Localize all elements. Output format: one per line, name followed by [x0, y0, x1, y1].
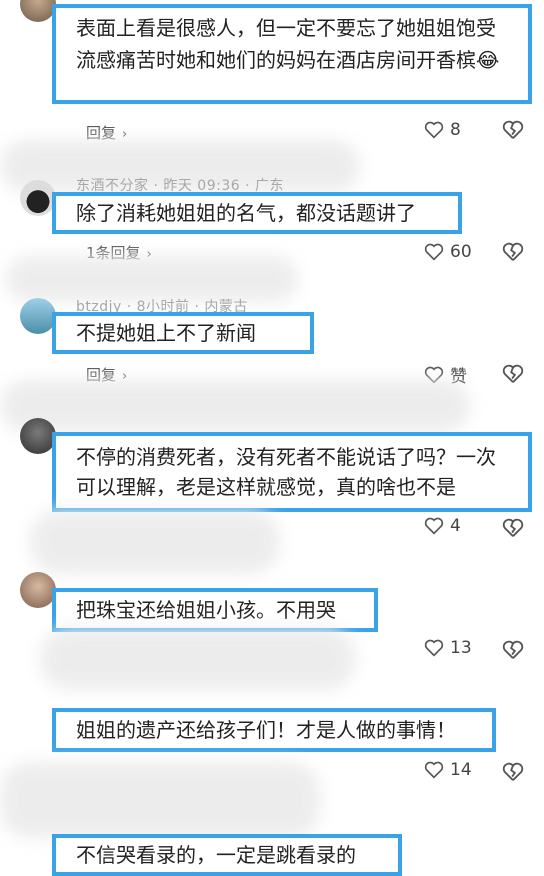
like-button[interactable]: 60 [424, 242, 472, 262]
blurred-region [30, 510, 280, 574]
broken-heart-icon[interactable] [502, 518, 524, 538]
like-button[interactable]: 13 [424, 638, 472, 658]
comment-text-highlighted: 不信哭看录的，一定是跳看录的 [52, 834, 402, 876]
avatar[interactable] [20, 418, 56, 454]
blurred-region [0, 762, 320, 838]
laughing-emoji-icon: 😂 [476, 48, 500, 72]
like-button[interactable]: 8 [424, 120, 461, 140]
heart-outline-icon [424, 121, 444, 139]
comment-text: 不提她姐上不了新闻 [76, 321, 256, 345]
comment-text: 表面上看是很感人，但一定不要忘了她姐姐饱受流感痛苦时她和她们的妈妈在酒店房间开香… [76, 16, 496, 72]
broken-heart-icon[interactable] [502, 364, 524, 384]
comment-text: 不信哭看录的，一定是跳看录的 [76, 843, 356, 867]
heart-outline-icon [424, 517, 444, 535]
comment-text-highlighted: 姐姐的遗产还给孩子们！才是人做的事情！ [52, 708, 496, 752]
comment-text: 除了消耗她姐姐的名气，都没话题讲了 [76, 201, 416, 225]
like-count: 60 [450, 242, 472, 262]
like-button[interactable]: 4 [424, 516, 461, 536]
comment-text: 不停的消费死者，没有死者不能说话了吗？一次可以理解，老是这样就感觉，真的啥也不是 [76, 445, 496, 499]
broken-heart-icon[interactable] [502, 762, 524, 782]
like-count: 4 [450, 516, 461, 536]
like-count: 8 [450, 120, 461, 140]
broken-heart-icon[interactable] [502, 120, 524, 140]
like-count: 13 [450, 638, 472, 658]
broken-heart-icon[interactable] [502, 640, 524, 660]
comment-text-highlighted: 不停的消费死者，没有死者不能说话了吗？一次可以理解，老是这样就感觉，真的啥也不是 [52, 432, 532, 512]
comment-text-highlighted: 除了消耗她姐姐的名气，都没话题讲了 [52, 192, 462, 234]
like-button[interactable]: 14 [424, 760, 472, 780]
comment-text: 姐姐的遗产还给孩子们！才是人做的事情！ [76, 718, 456, 742]
avatar[interactable] [20, 572, 56, 608]
avatar[interactable] [20, 0, 56, 22]
avatar[interactable] [20, 298, 56, 334]
blurred-region [0, 380, 470, 432]
heart-outline-icon [424, 761, 444, 779]
blurred-region [40, 628, 356, 690]
comment-text-highlighted: 不提她姐上不了新闻 [52, 312, 314, 354]
comment-text-highlighted: 把珠宝还给姐姐小孩。不用哭 [52, 588, 378, 632]
heart-outline-icon [424, 243, 444, 261]
comment-text-highlighted: 表面上看是很感人，但一定不要忘了她姐姐饱受流感痛苦时她和她们的妈妈在酒店房间开香… [52, 4, 532, 104]
avatar[interactable] [20, 180, 56, 216]
like-count: 14 [450, 760, 472, 780]
comment-text: 把珠宝还给姐姐小孩。不用哭 [76, 598, 336, 622]
broken-heart-icon[interactable] [502, 242, 524, 262]
heart-outline-icon [424, 639, 444, 657]
